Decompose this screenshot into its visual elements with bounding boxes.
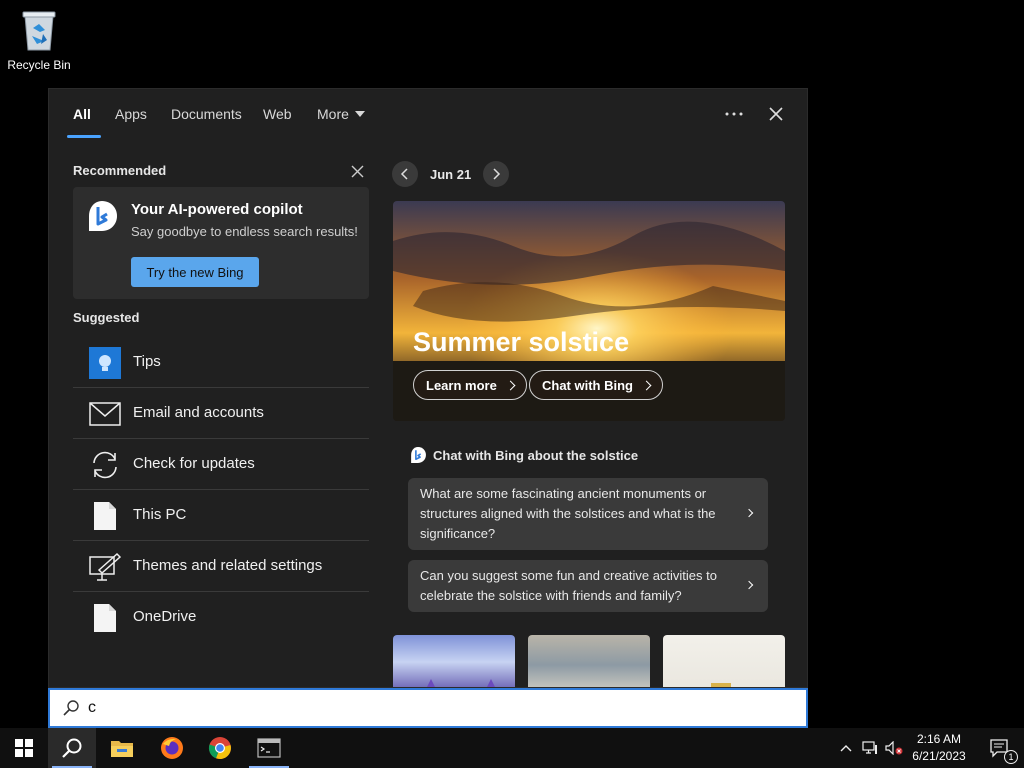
promo-subtitle: Say goodbye to endless search results!	[131, 224, 358, 239]
thumbnail-image[interactable]	[663, 635, 785, 687]
document-icon	[89, 602, 121, 634]
network-status-button[interactable]	[858, 728, 882, 768]
chat-with-bing-label: Chat with Bing	[542, 377, 633, 393]
windows-start-icon	[15, 739, 33, 757]
volume-button[interactable]	[882, 728, 906, 768]
firefox-icon	[161, 737, 183, 759]
suggestion-onedrive[interactable]: OneDrive	[73, 592, 369, 643]
close-panel-button[interactable]	[761, 101, 791, 127]
envelope-icon	[89, 398, 121, 430]
bing-question-card[interactable]: What are some fascinating ancient monume…	[408, 478, 768, 550]
action-center-button[interactable]: 1	[976, 728, 1024, 768]
bing-logo-icon	[85, 199, 119, 233]
ellipsis-icon	[725, 112, 743, 116]
taskbar-chrome[interactable]	[196, 728, 244, 768]
bing-question-card[interactable]: Can you suggest some fun and creative ac…	[408, 560, 768, 612]
more-options-button[interactable]	[719, 101, 749, 127]
chevron-right-icon	[744, 508, 754, 518]
solstice-hero-card[interactable]: Summer solstice Learn more Chat with Bin…	[393, 201, 785, 421]
chevron-right-icon	[641, 380, 652, 390]
suggestion-email-accounts[interactable]: Email and accounts	[73, 388, 369, 439]
learn-more-label: Learn more	[426, 377, 497, 393]
previous-day-button[interactable]	[392, 161, 418, 187]
hero-title: Summer solstice	[413, 327, 630, 357]
recycle-bin-label: Recycle Bin	[7, 58, 71, 72]
speaker-muted-icon	[885, 741, 903, 755]
search-tabs: All Apps Documents Web More	[49, 89, 807, 141]
learn-more-button[interactable]: Learn more	[413, 370, 527, 400]
caret-down-icon	[354, 111, 365, 117]
document-icon	[89, 500, 121, 532]
suggestion-check-updates[interactable]: Check for updates	[73, 439, 369, 490]
tab-more-label: More	[317, 106, 349, 122]
suggestion-tips[interactable]: Tips	[73, 337, 369, 388]
network-icon	[862, 741, 877, 754]
tab-more[interactable]: More	[317, 106, 365, 122]
taskbar: 2:16 AM 6/21/2023 1	[0, 728, 1024, 768]
tab-web[interactable]: Web	[263, 106, 292, 122]
taskbar-terminal[interactable]	[245, 728, 293, 768]
start-button[interactable]	[0, 728, 48, 768]
taskbar-file-explorer[interactable]	[98, 728, 146, 768]
recommended-heading: Recommended	[73, 163, 167, 178]
chat-with-bing-button[interactable]: Chat with Bing	[529, 370, 663, 400]
tab-documents[interactable]: Documents	[171, 106, 242, 122]
chevron-right-icon	[505, 380, 516, 390]
chevron-right-icon	[744, 580, 754, 590]
notification-count-badge: 1	[1004, 750, 1018, 764]
close-icon	[769, 107, 783, 121]
clock-date: 6/21/2023	[912, 749, 966, 763]
try-new-bing-button[interactable]: Try the new Bing	[131, 257, 259, 287]
search-icon	[62, 738, 82, 758]
tab-apps[interactable]: Apps	[115, 106, 147, 122]
dismiss-recommended-button[interactable]	[345, 159, 369, 183]
taskbar-firefox[interactable]	[148, 728, 196, 768]
chat-about-solstice-heading: Chat with Bing about the solstice	[409, 446, 638, 464]
suggestion-label: OneDrive	[133, 608, 197, 625]
tips-lightbulb-icon	[89, 347, 121, 379]
chrome-icon	[208, 737, 231, 760]
search-panel: All Apps Documents Web More Recommended …	[48, 88, 808, 688]
search-icon	[63, 700, 79, 716]
close-icon	[351, 165, 363, 177]
chevron-up-icon	[840, 745, 852, 752]
taskbar-search-button[interactable]	[48, 728, 96, 768]
bing-promo-card: Your AI-powered copilot Say goodbye to e…	[73, 187, 369, 299]
suggestion-label: Check for updates	[133, 455, 255, 472]
date-navigator: Jun 21	[392, 161, 510, 187]
chat-heading-label: Chat with Bing about the solstice	[433, 447, 639, 463]
file-explorer-icon	[111, 741, 133, 757]
highlight-date: Jun 21	[430, 166, 472, 182]
question-text: Can you suggest some fun and creative ac…	[420, 568, 717, 603]
terminal-icon	[257, 738, 281, 758]
clock-time: 2:16 AM	[916, 732, 962, 746]
next-day-button[interactable]	[483, 161, 510, 187]
chevron-left-icon	[400, 168, 408, 180]
recycle-bin-shortcut[interactable]: Recycle Bin	[6, 8, 72, 72]
chevron-right-icon	[493, 168, 501, 180]
suggestion-label: This PC	[133, 506, 187, 523]
refresh-icon	[89, 449, 121, 481]
search-input[interactable]: c	[88, 699, 96, 717]
themes-pen-icon	[89, 551, 121, 583]
suggestion-label: Themes and related settings	[133, 557, 323, 574]
active-tab-indicator	[67, 135, 101, 138]
promo-title: Your AI-powered copilot	[131, 201, 303, 218]
recycle-bin-icon	[19, 8, 59, 52]
suggestion-label: Email and accounts	[133, 404, 264, 421]
suggestion-label: Tips	[133, 353, 161, 370]
suggestion-this-pc[interactable]: This PC	[73, 490, 369, 541]
show-hidden-icons-button[interactable]	[834, 728, 858, 768]
question-text: What are some fascinating ancient monume…	[420, 486, 716, 541]
thumbnail-image[interactable]	[393, 635, 515, 687]
tab-all[interactable]: All	[73, 106, 91, 122]
search-box[interactable]: c	[48, 688, 808, 728]
system-clock[interactable]: 2:16 AM 6/21/2023	[906, 731, 972, 765]
suggested-heading: Suggested	[73, 310, 140, 325]
thumbnail-image[interactable]	[528, 635, 650, 687]
suggestion-themes[interactable]: Themes and related settings	[73, 541, 369, 592]
bing-logo-icon	[411, 447, 426, 463]
